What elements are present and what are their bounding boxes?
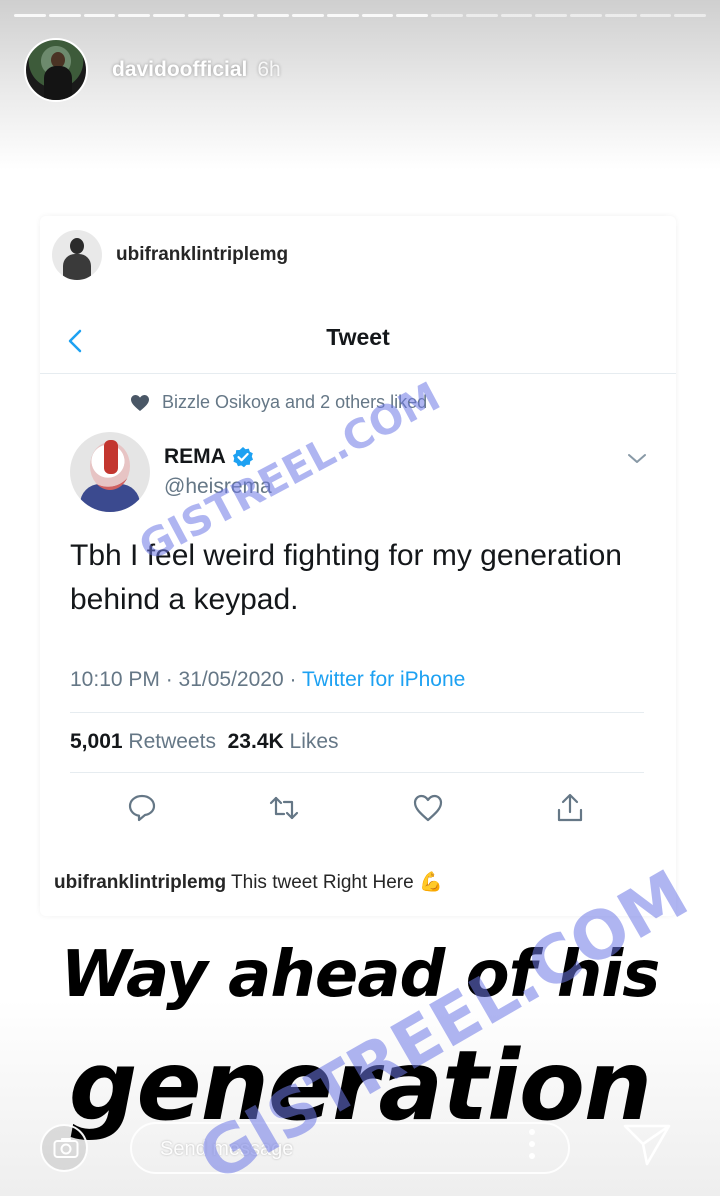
story-progress-segment	[326, 14, 359, 17]
story-user-avatar[interactable]	[24, 38, 88, 102]
tweet-source-link[interactable]: Twitter for iPhone	[302, 668, 465, 691]
tweet-timestamp: 10:10 PM · 31/05/2020 ·	[70, 668, 302, 691]
story-progress-segment	[431, 14, 463, 17]
story-progress-bar	[14, 14, 706, 19]
retweets-count[interactable]: 5,001	[70, 730, 123, 753]
story-progress-segment	[187, 14, 220, 17]
story-progress-segment	[83, 14, 116, 17]
sharer-username[interactable]: ubifranklintriplemg	[116, 244, 288, 266]
likes-count[interactable]: 23.4K	[228, 730, 284, 753]
send-icon[interactable]	[622, 1122, 672, 1168]
tweet-header: Tweet	[40, 316, 676, 374]
social-context: Bizzle Osikoya and 2 others liked	[130, 392, 427, 413]
story-progress-segment	[361, 14, 394, 17]
likes-label: Likes	[289, 730, 339, 753]
author-handle[interactable]: @heisrema	[164, 475, 272, 499]
share-icon[interactable]	[554, 792, 586, 824]
like-heart-icon[interactable]	[412, 792, 444, 824]
tweet-author[interactable]: REMA @heisrema	[70, 432, 272, 512]
liked-by-text: Bizzle Osikoya and 2 others liked	[162, 392, 428, 412]
caption-text: This tweet Right Here 💪	[231, 872, 443, 893]
camera-button[interactable]	[40, 1124, 88, 1172]
heart-icon	[131, 394, 149, 411]
post-caption: ubifranklintriplemg This tweet Right Her…	[54, 870, 443, 894]
retweet-icon[interactable]	[268, 792, 300, 824]
story-progress-segment	[674, 14, 706, 17]
story-progress-segment	[48, 14, 81, 17]
story-progress-segment	[292, 14, 324, 17]
tweet-title: Tweet	[326, 324, 390, 350]
author-avatar[interactable]	[70, 432, 150, 512]
divider	[70, 772, 644, 773]
story-progress-segment	[396, 14, 428, 17]
story-progress-segment	[153, 14, 185, 17]
retweets-label: Retweets	[128, 730, 216, 753]
tweet-text: Tbh I feel weird fighting for my generat…	[70, 539, 622, 616]
tweet-stats[interactable]: 5,001 Retweets 23.4K Likes	[70, 730, 339, 754]
story-progress-segment	[604, 14, 637, 17]
story-progress-segment	[639, 14, 672, 17]
story-reply-bar: Send message	[0, 1106, 720, 1186]
camera-icon	[53, 1138, 79, 1158]
story-progress-segment	[570, 14, 602, 17]
story-progress-segment	[535, 14, 567, 17]
divider	[70, 712, 644, 713]
author-name[interactable]: REMA	[164, 445, 226, 469]
story-progress-segment	[465, 14, 498, 17]
story-header[interactable]: davidoofficial 6h	[24, 38, 281, 102]
send-message-placeholder: Send message	[160, 1138, 294, 1160]
story-progress-segment	[118, 14, 150, 17]
chevron-down-icon[interactable]	[626, 452, 648, 466]
story-time: 6h	[257, 58, 281, 81]
caption-username[interactable]: ubifranklintriplemg	[54, 872, 226, 893]
more-options-icon[interactable]	[528, 1128, 536, 1160]
reply-icon[interactable]	[126, 792, 158, 824]
tweet-meta: 10:10 PM · 31/05/2020 · Twitter for iPho…	[70, 668, 465, 692]
story-overlay-text-line1: Way ahead of his	[60, 938, 661, 1012]
story-progress-segment	[257, 14, 289, 17]
story-username[interactable]: davidoofficial	[112, 58, 247, 82]
shared-post-card[interactable]: ubifranklintriplemg Tweet Bizzle Osikoya…	[40, 216, 676, 916]
send-message-input[interactable]: Send message	[130, 1122, 570, 1174]
tweet-actions	[126, 792, 596, 826]
sharer-avatar[interactable]	[52, 230, 102, 280]
story-progress-segment	[14, 14, 46, 17]
post-sharer[interactable]: ubifranklintriplemg	[52, 230, 288, 280]
story-progress-segment	[222, 14, 255, 17]
verified-badge-icon	[232, 447, 253, 468]
story-progress-segment	[500, 14, 533, 17]
